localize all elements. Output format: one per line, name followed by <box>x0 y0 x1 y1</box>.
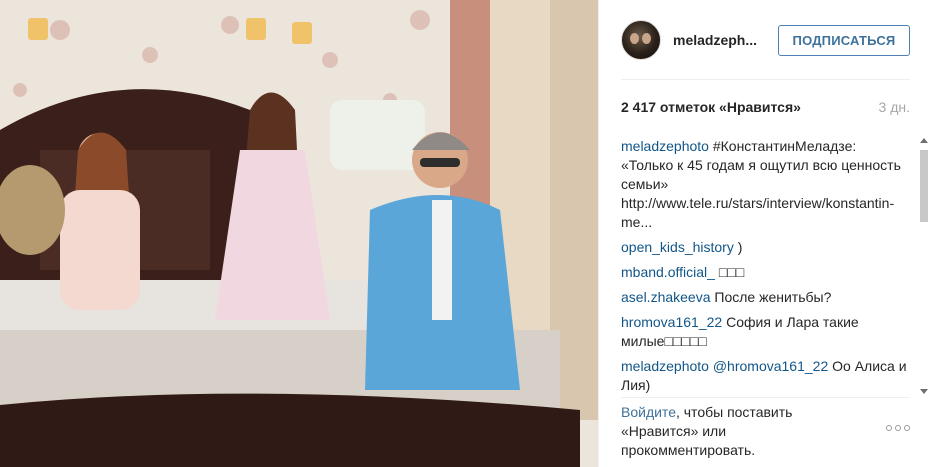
comment-item: meladzephoto #КонстантинМеладзе: «Только… <box>621 137 907 232</box>
scroll-up-arrow-icon[interactable] <box>920 138 928 143</box>
comment-item: meladzephoto @hromova161_22 Оо Алиса и Л… <box>621 357 907 395</box>
comment-text: □□□ <box>718 264 745 280</box>
comment-mention[interactable]: @hromova161_22 <box>713 358 828 374</box>
more-dot-icon <box>895 425 901 431</box>
login-link[interactable]: Войдите <box>621 404 676 420</box>
comment-text: ) <box>737 239 743 255</box>
scrollbar-thumb[interactable] <box>920 150 928 222</box>
more-dot-icon <box>886 425 892 431</box>
follow-button[interactable]: ПОДПИСАТЬСЯ <box>778 24 910 56</box>
divider <box>621 79 910 80</box>
comment-username[interactable]: open_kids_history <box>621 239 734 255</box>
comment-text: После женитьбы? <box>714 289 832 305</box>
photo-illustration <box>0 0 598 467</box>
comments-scrollbar[interactable] <box>917 136 931 396</box>
comment-username[interactable]: asel.zhakeeva <box>621 289 711 305</box>
divider <box>621 397 910 398</box>
comment-username[interactable]: meladzephoto <box>621 138 709 154</box>
post-header: meladzeph... ПОДПИСАТЬСЯ <box>621 18 910 62</box>
comments-list: meladzephoto #КонстантинМеладзе: «Только… <box>621 137 907 395</box>
comment-item: asel.zhakeeva После женитьбы? <box>621 288 907 307</box>
post-photo[interactable] <box>0 0 598 467</box>
comment-item: mband.official_ □□□ <box>621 263 907 282</box>
login-prompt: Войдите, чтобы поставить «Нравится» или … <box>621 403 841 460</box>
avatar[interactable] <box>621 20 661 60</box>
comment-username[interactable]: mband.official_ <box>621 264 715 280</box>
scroll-down-arrow-icon[interactable] <box>920 389 928 394</box>
comment-username[interactable]: meladzephoto <box>621 358 709 374</box>
more-options-button[interactable] <box>886 425 910 431</box>
comment-username[interactable]: hromova161_22 <box>621 314 722 330</box>
instagram-post: meladzeph... ПОДПИСАТЬСЯ 2 417 отметок «… <box>0 0 934 467</box>
post-time[interactable]: 3 дн. <box>879 99 910 115</box>
username[interactable]: meladzeph... <box>673 32 778 48</box>
comment-item: hromova161_22 София и Лара такие милые□□… <box>621 313 907 351</box>
post-details-panel: meladzeph... ПОДПИСАТЬСЯ 2 417 отметок «… <box>598 0 934 467</box>
likes-count[interactable]: 2 417 отметок «Нравится» <box>621 99 801 115</box>
more-dot-icon <box>904 425 910 431</box>
likes-row: 2 417 отметок «Нравится» 3 дн. <box>621 99 910 115</box>
comment-item: open_kids_history ) <box>621 238 907 257</box>
